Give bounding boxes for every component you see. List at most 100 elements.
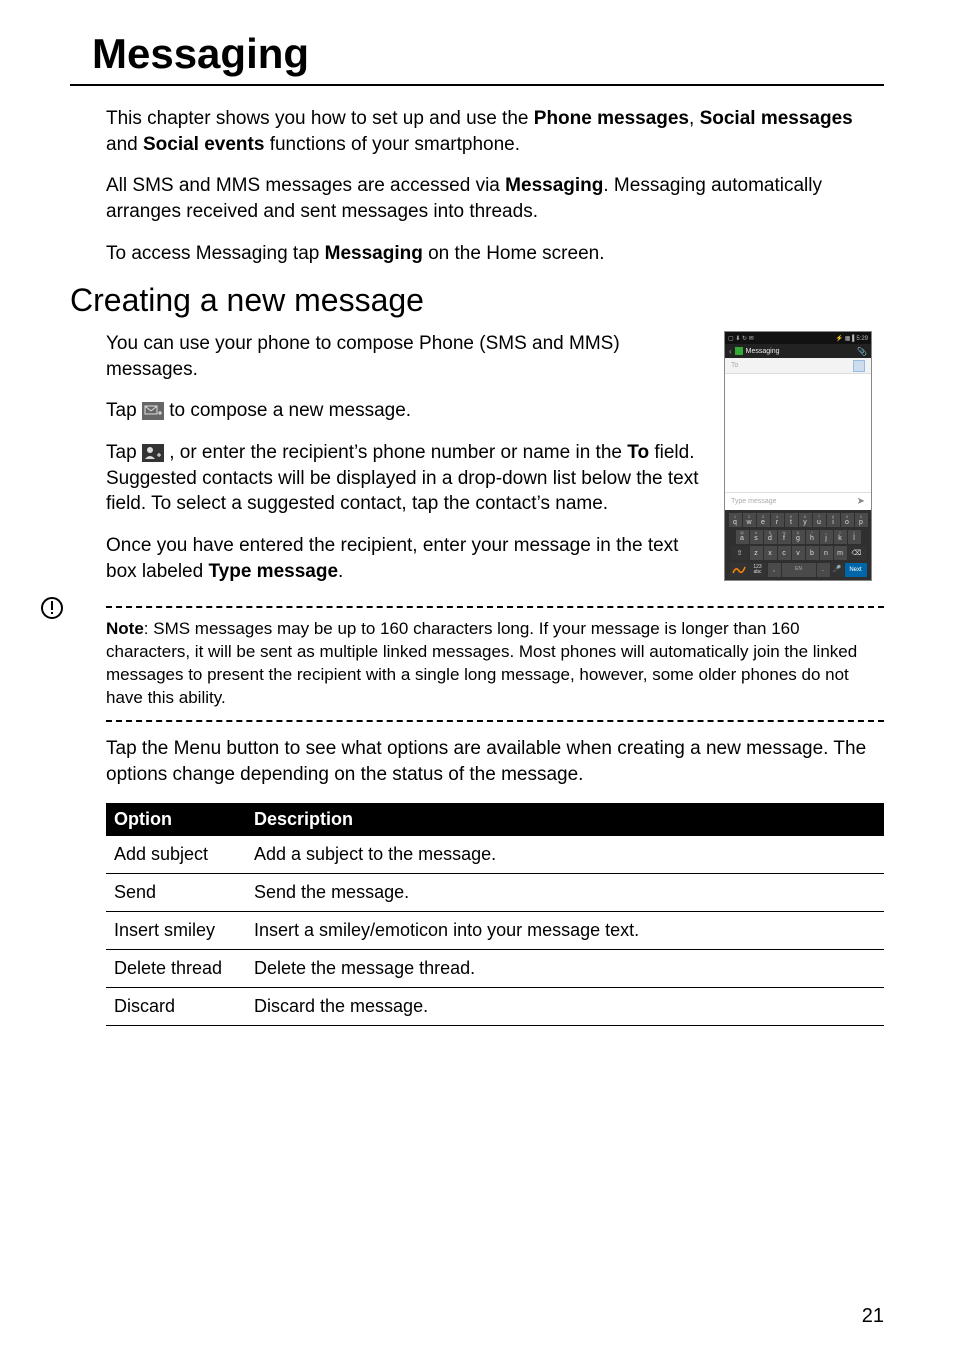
body: This chapter shows you how to set up and… xyxy=(70,106,884,266)
text: All SMS and MMS messages are accessed vi… xyxy=(106,175,505,196)
note-alert-icon xyxy=(40,596,64,625)
add-contact-icon xyxy=(142,444,164,462)
phone-type-message-field[interactable]: Type message ➤ xyxy=(725,492,871,510)
text: and xyxy=(106,134,143,155)
text-bold: Phone messages xyxy=(534,108,689,129)
table-row: Insert smileyInsert a smiley/emoticon in… xyxy=(106,912,884,950)
status-left-icons: ▢ ⬇ ↻ ✉ xyxy=(728,335,754,342)
keyboard-row-1: 1q2w3e4r5t6y7u8i9o0p xyxy=(727,513,869,527)
text: Tap xyxy=(106,442,142,463)
text: . xyxy=(338,561,343,582)
options-section: Tap the Menu button to see what options … xyxy=(70,736,884,1026)
table-row: DiscardDiscard the message. xyxy=(106,988,884,1026)
keyboard-key[interactable]: @a xyxy=(736,530,749,544)
phone-screenshot-figure: ▢ ⬇ ↻ ✉ ⚡ ▦ ▌5:29 ‹ Messaging 📎 To Type … xyxy=(724,331,884,581)
phone-to-field[interactable]: To xyxy=(725,358,871,374)
keyboard-key[interactable]: b xyxy=(806,546,819,560)
section-heading-creating: Creating a new message xyxy=(70,282,884,319)
send-icon[interactable]: ➤ xyxy=(857,496,865,507)
table-cell-description: Discard the message. xyxy=(246,988,884,1026)
keyboard-key[interactable]: c xyxy=(778,546,791,560)
messaging-app-icon xyxy=(735,347,743,355)
phone-keyboard: 1q2w3e4r5t6y7u8i9o0p @a#s$d%f&g*h-j+k(l … xyxy=(725,510,871,580)
phone-screenshot: ▢ ⬇ ↻ ✉ ⚡ ▦ ▌5:29 ‹ Messaging 📎 To Type … xyxy=(724,331,872,581)
table-cell-option: Delete thread xyxy=(106,950,246,988)
keyboard-key[interactable]: #s xyxy=(750,530,763,544)
keyboard-swype-key[interactable] xyxy=(730,563,748,577)
phone-app-bar: ‹ Messaging 📎 xyxy=(725,344,871,358)
keyboard-key[interactable]: -j xyxy=(820,530,833,544)
keyboard-key[interactable]: +k xyxy=(834,530,847,544)
keyboard-key[interactable]: 6y xyxy=(799,513,812,527)
text-bold: To xyxy=(627,442,649,463)
note-label: Note xyxy=(106,619,144,638)
keyboard-key[interactable]: 9o xyxy=(841,513,854,527)
table-row: SendSend the message. xyxy=(106,874,884,912)
table-cell-description: Add a subject to the message. xyxy=(246,836,884,874)
keyboard-key[interactable]: 8i xyxy=(827,513,840,527)
keyboard-key[interactable]: Next xyxy=(845,563,867,577)
table-cell-description: Insert a smiley/emoticon into your messa… xyxy=(246,912,884,950)
keyboard-key[interactable]: 4r xyxy=(771,513,784,527)
keyboard-key[interactable]: ⇧ xyxy=(731,546,749,560)
table-cell-option: Add subject xyxy=(106,836,246,874)
keyboard-key[interactable]: 2w xyxy=(743,513,756,527)
text-bold: Messaging xyxy=(325,243,423,264)
keyboard-key[interactable]: 0p xyxy=(855,513,868,527)
text: To access Messaging tap xyxy=(106,243,325,264)
table-header-option: Option xyxy=(106,803,246,836)
phone-status-bar: ▢ ⬇ ↻ ✉ ⚡ ▦ ▌5:29 xyxy=(725,332,871,344)
keyboard-key[interactable]: EN xyxy=(782,563,816,577)
page-title: Messaging xyxy=(70,30,884,86)
intro-paragraph-2: All SMS and MMS messages are accessed vi… xyxy=(106,173,884,224)
text: , xyxy=(689,108,700,129)
keyboard-key[interactable]: m xyxy=(834,546,847,560)
keyboard-key[interactable]: ⌫ xyxy=(848,546,866,560)
keyboard-row-2: @a#s$d%f&g*h-j+k(l xyxy=(727,530,869,544)
keyboard-row-3: ⇧zxcvbnm⌫ xyxy=(727,546,869,560)
keyboard-key[interactable]: 123abc xyxy=(749,563,767,577)
page: Messaging This chapter shows you how to … xyxy=(0,0,954,1352)
creating-section: ▢ ⬇ ↻ ✉ ⚡ ▦ ▌5:29 ‹ Messaging 📎 To Type … xyxy=(70,331,884,600)
note-text: Note: SMS messages may be up to 160 char… xyxy=(106,618,884,710)
keyboard-row-4: 123abc,EN.🎤Next xyxy=(727,563,869,577)
table-header-row: Option Description xyxy=(106,803,884,836)
text: Tap xyxy=(106,400,142,421)
intro-paragraph-1: This chapter shows you how to set up and… xyxy=(106,106,884,157)
keyboard-key[interactable]: n xyxy=(820,546,833,560)
text-bold: Messaging xyxy=(505,175,603,196)
keyboard-key[interactable]: v xyxy=(792,546,805,560)
text: to compose a new message. xyxy=(169,400,411,421)
contact-picker-icon[interactable] xyxy=(853,360,865,372)
options-table: Option Description Add subjectAdd a subj… xyxy=(106,803,884,1026)
keyboard-key[interactable]: z xyxy=(750,546,763,560)
status-right: ⚡ ▦ ▌5:29 xyxy=(836,335,868,342)
keyboard-key[interactable]: . xyxy=(817,563,830,577)
back-icon[interactable]: ‹ xyxy=(729,347,732,356)
keyboard-key[interactable]: 1q xyxy=(729,513,742,527)
keyboard-key[interactable]: 3e xyxy=(757,513,770,527)
keyboard-key[interactable]: $d xyxy=(764,530,777,544)
keyboard-key[interactable]: &g xyxy=(792,530,805,544)
table-header-description: Description xyxy=(246,803,884,836)
note-block: Note: SMS messages may be up to 160 char… xyxy=(70,606,884,722)
text-bold: Social messages xyxy=(700,108,853,129)
keyboard-key[interactable]: (l xyxy=(848,530,861,544)
table-cell-option: Send xyxy=(106,874,246,912)
keyboard-key[interactable]: 7u xyxy=(813,513,826,527)
keyboard-key[interactable]: %f xyxy=(778,530,791,544)
text: on the Home screen. xyxy=(423,243,605,264)
table-cell-description: Send the message. xyxy=(246,874,884,912)
text: Once you have entered the recipient, ent… xyxy=(106,535,678,582)
text: , or enter the recipient’s phone number … xyxy=(169,442,627,463)
keyboard-key[interactable]: , xyxy=(768,563,781,577)
page-number: 21 xyxy=(862,1305,884,1328)
table-cell-option: Discard xyxy=(106,988,246,1026)
table-row: Add subjectAdd a subject to the message. xyxy=(106,836,884,874)
keyboard-key[interactable]: 5t xyxy=(785,513,798,527)
text-bold: Social events xyxy=(143,134,264,155)
keyboard-key[interactable]: x xyxy=(764,546,777,560)
attach-icon[interactable]: 📎 xyxy=(857,347,867,356)
keyboard-key[interactable]: 🎤 xyxy=(831,563,844,577)
keyboard-key[interactable]: *h xyxy=(806,530,819,544)
